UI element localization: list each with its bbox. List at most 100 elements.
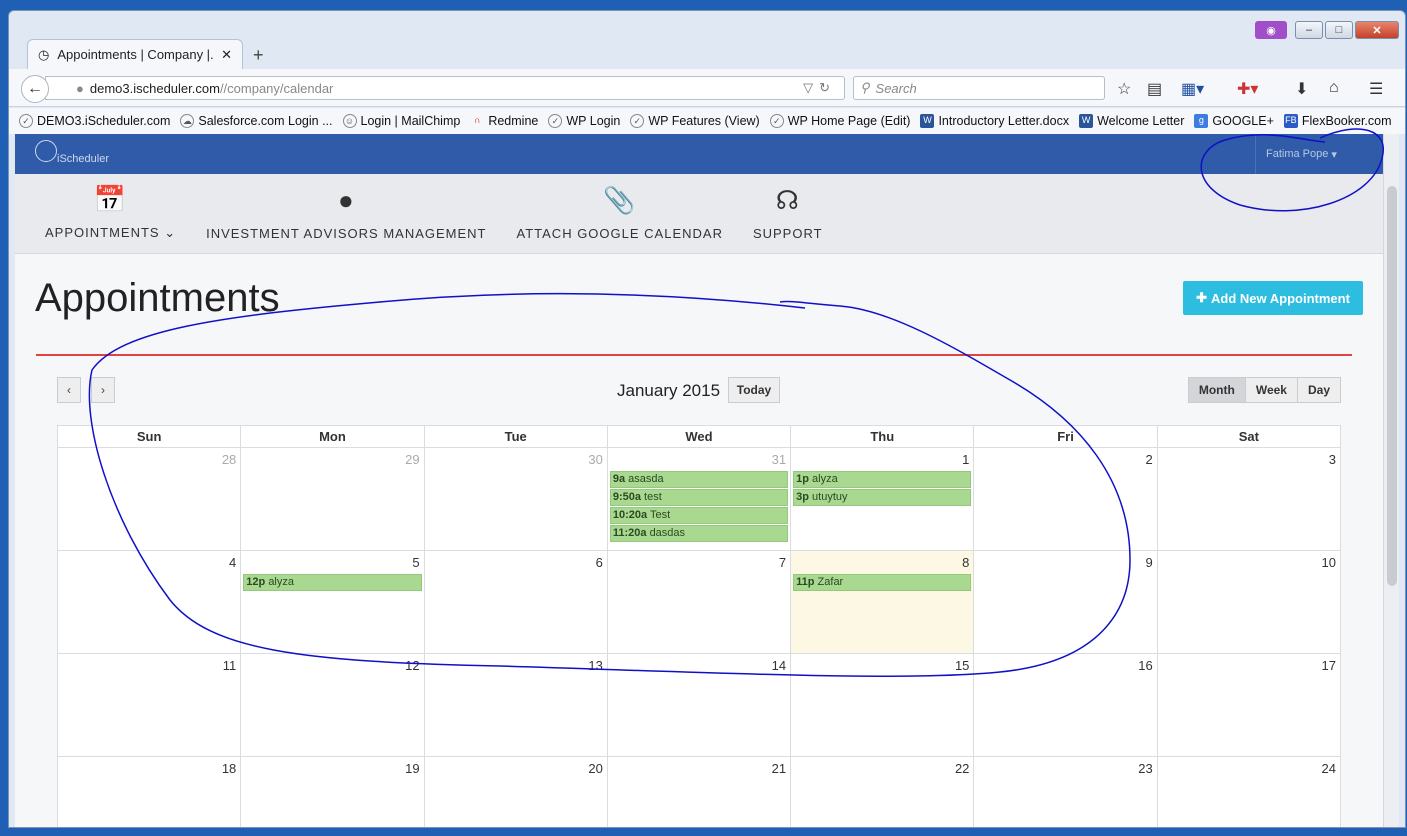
calendar-event[interactable]: 11:20a dasdas — [609, 525, 789, 542]
day-cell[interactable]: 4 — [56, 550, 242, 654]
bookmark-item[interactable]: ∩ Redmine — [470, 114, 538, 128]
hamburger-menu-icon[interactable]: ☰ — [1369, 79, 1383, 99]
event-time: 10:20a — [612, 509, 648, 521]
menu-appointments[interactable]: 📅 APPOINTMENTS ⌄ — [45, 183, 176, 253]
menu-attach-google-calendar[interactable]: 📎 ATTACH GOOGLE CALENDAR — [517, 184, 723, 253]
calendar-event[interactable]: 9a asasda — [609, 471, 789, 488]
today-button[interactable]: Today — [728, 377, 780, 403]
new-tab-button[interactable]: + — [253, 45, 264, 66]
reload-icon[interactable]: ▽↻ — [803, 80, 836, 96]
day-cell[interactable]: 20 — [423, 756, 608, 827]
prev-month-button[interactable]: ‹ — [57, 377, 81, 403]
day-cell[interactable]: 24 — [1156, 756, 1342, 827]
menu-investment-advisors[interactable]: ● INVESTMENT ADVISORS MANAGEMENT — [206, 184, 486, 253]
reading-list-icon[interactable]: ▤ — [1147, 79, 1162, 99]
day-cell[interactable]: 31 9a asasda 9:50a test 10:20a Test 11:20a d… — [606, 447, 792, 551]
user-menu[interactable]: Fatima Pope ▾ — [1255, 134, 1383, 174]
home-icon[interactable]: ⌂ — [1329, 79, 1339, 97]
day-number: 9 — [1145, 555, 1153, 570]
day-cell[interactable]: 2 — [973, 447, 1158, 551]
calendar-event[interactable]: 12p alyza — [243, 574, 422, 591]
day-cell[interactable]: 11 — [56, 653, 242, 757]
bookmark-item[interactable]: ✓ WP Features (View) — [630, 114, 760, 128]
week-view-button[interactable]: Week — [1244, 377, 1298, 403]
event-time: 11p — [796, 576, 815, 588]
day-cell[interactable]: 3 — [1156, 447, 1342, 551]
maximize-button[interactable]: □ — [1325, 21, 1353, 39]
day-cell[interactable]: 29 — [240, 447, 425, 551]
day-cell[interactable]: 9 — [973, 550, 1158, 654]
close-window-button[interactable]: ✕ — [1355, 21, 1399, 39]
day-cell[interactable]: 15 — [790, 653, 975, 757]
event-title: alyza — [812, 473, 838, 485]
add-appointment-button[interactable]: ✚ Add New Appointment — [1183, 281, 1363, 315]
day-cell[interactable]: 21 — [606, 756, 792, 827]
logo[interactable]: iScheduler — [35, 140, 109, 165]
bookmarks-bar: ✓ DEMO3.iScheduler.com ☁ Salesforce.com Lo… — [9, 108, 1405, 134]
day-cell[interactable]: 18 — [56, 756, 242, 827]
bookmark-item[interactable]: g GOOGLE+ — [1194, 114, 1274, 128]
bookmark-item[interactable]: FB FlexBooker.com — [1283, 114, 1392, 128]
calendar-event[interactable]: 11p Zafar — [793, 574, 972, 591]
day-cell[interactable]: 12 — [240, 653, 425, 757]
url-bar[interactable]: ● demo3.ischeduler.com //company/calenda… — [45, 76, 845, 100]
day-cell[interactable]: 30 — [423, 447, 608, 551]
day-number: 1 — [962, 452, 970, 467]
calendar-event[interactable]: 1p alyza — [793, 471, 972, 488]
browser-tab[interactable]: ◷ Appointments | Company |... ✕ — [27, 39, 243, 69]
calendar-event[interactable]: 9:50a test — [609, 489, 789, 506]
bookmark-item[interactable]: ☺ Login | MailChimp — [342, 114, 460, 128]
calendar-event[interactable]: 10:20a Test — [609, 507, 789, 524]
minimize-button[interactable]: – — [1295, 21, 1323, 39]
addon-icon[interactable]: ✚▾ — [1237, 79, 1258, 99]
day-cell[interactable]: 22 — [790, 756, 975, 827]
bookmark-item[interactable]: ✓ DEMO3.iScheduler.com — [19, 114, 170, 128]
day-number: 4 — [229, 555, 237, 570]
event-time: 12p — [246, 576, 266, 588]
paperclip-icon: 📎 — [603, 185, 637, 215]
bookmark-item[interactable]: ☁ Salesforce.com Login ... — [180, 114, 333, 128]
day-cell[interactable]: 19 — [240, 756, 425, 827]
close-tab-icon[interactable]: ✕ — [221, 47, 232, 63]
event-time: 1p — [796, 473, 809, 485]
day-cell[interactable]: 14 — [606, 653, 792, 757]
private-mask-icon[interactable]: ◉ — [1255, 21, 1287, 39]
day-number: 2 — [1145, 452, 1153, 467]
next-month-button[interactable]: › — [91, 377, 115, 403]
day-number: 29 — [405, 452, 420, 467]
weekday-header: Sun Mon Tue Wed Thu Fri Sat — [56, 425, 1342, 448]
page-scrollbar[interactable] — [1383, 134, 1399, 827]
day-number: 10 — [1321, 555, 1336, 570]
save-icon[interactable]: ▦▾ — [1181, 79, 1204, 99]
day-cell[interactable]: 13 — [423, 653, 608, 757]
menu-support[interactable]: ☊ SUPPORT — [753, 184, 823, 253]
calendar-event[interactable]: 3p utuytuy — [793, 489, 972, 506]
month-view-button[interactable]: Month — [1187, 377, 1246, 403]
day-number: 30 — [588, 452, 603, 467]
scrollbar-thumb[interactable] — [1387, 186, 1397, 586]
week-row: 4 5 12p alyza 6 7 8 11p Zafar 9 10 — [56, 550, 1342, 654]
day-cell[interactable]: 5 12p alyza — [240, 550, 425, 654]
day-view-button[interactable]: Day — [1296, 377, 1341, 403]
bookmark-item[interactable]: W Welcome Letter — [1079, 114, 1184, 128]
day-cell[interactable]: 28 — [56, 447, 242, 551]
day-cell[interactable]: 8 11p Zafar — [790, 550, 975, 654]
day-cell[interactable]: 7 — [606, 550, 792, 654]
weekday-label: Mon — [240, 425, 425, 448]
day-cell[interactable]: 6 — [423, 550, 608, 654]
day-cell[interactable]: 17 — [1156, 653, 1342, 757]
bookmark-star-icon[interactable]: ☆ — [1117, 79, 1131, 99]
weekday-label: Fri — [973, 425, 1158, 448]
day-cell[interactable]: 10 — [1156, 550, 1342, 654]
day-cell[interactable]: 1 1p alyza 3p utuytuy — [790, 447, 975, 551]
search-box[interactable]: ⚲ Search — [853, 76, 1105, 100]
day-number: 16 — [1138, 658, 1153, 673]
back-button[interactable]: ← — [21, 75, 49, 103]
day-cell[interactable]: 16 — [973, 653, 1158, 757]
week-row: 28 29 30 31 9a asasda 9:50a test 10:20a Test 11… — [56, 447, 1342, 551]
bookmark-item[interactable]: ✓ WP Login — [548, 114, 620, 128]
bookmark-item[interactable]: ✓ WP Home Page (Edit) — [769, 114, 910, 128]
bookmark-item[interactable]: W Introductory Letter.docx — [920, 114, 1069, 128]
download-icon[interactable]: ⬇ — [1295, 79, 1308, 99]
day-cell[interactable]: 23 — [973, 756, 1158, 827]
